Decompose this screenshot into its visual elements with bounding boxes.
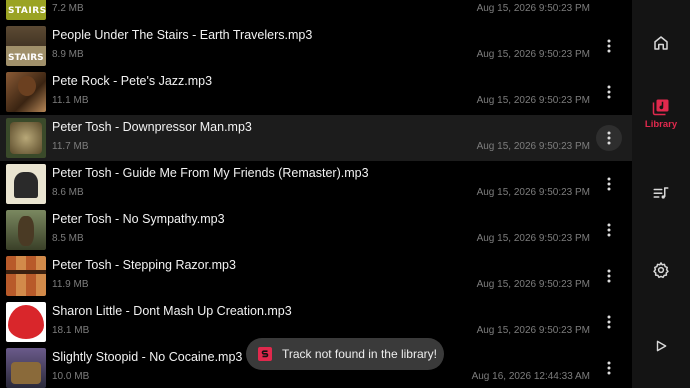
track-row[interactable]: Peter Tosh - Stepping Razor.mp3 11.9 MB Au… [0,253,632,299]
track-title: Peter Tosh - Downpressor Man.mp3 [52,120,252,134]
track-title: Peter Tosh - Stepping Razor.mp3 [52,258,236,272]
nav-library-label: Library [644,119,678,130]
navigation-rail: Library [632,0,690,388]
more-options-button[interactable] [596,171,622,197]
nav-library-button[interactable]: Library [632,98,690,130]
track-size: 18.1 MB [52,325,90,336]
track-size: 11.9 MB [52,279,89,290]
track-size: 8.6 MB [52,187,84,198]
album-art [6,164,46,204]
album-art [6,118,46,158]
app-logo-icon [258,347,272,361]
track-row[interactable]: Peter Tosh - Guide Me From My Friends (R… [0,161,632,207]
track-date: Aug 15, 2026 9:50:23 PM [476,95,590,106]
home-icon [654,36,668,50]
track-date: Aug 16, 2026 12:44:33 AM [471,371,590,382]
more-vert-icon [607,177,611,191]
track-size: 10.0 MB [52,371,90,382]
track-date: Aug 15, 2026 9:50:23 PM [476,233,590,244]
track-date: Aug 15, 2026 9:50:23 PM [476,325,590,336]
track-row[interactable]: STAIRS 7.2 MB Aug 15, 2026 9:50:23 PM [0,0,632,23]
toast-notification: Track not found in the library! [246,338,444,370]
track-size: 7.2 MB [52,3,84,14]
track-size: 11.1 MB [52,95,89,106]
track-date: Aug 15, 2026 9:50:23 PM [476,49,590,60]
queue-music-icon [653,187,669,199]
album-art [6,348,46,388]
track-row[interactable]: Peter Tosh - Downpressor Man.mp3 11.7 MB A… [0,115,632,161]
nav-queue-button[interactable] [632,185,690,203]
album-art: STAIRS [6,0,46,20]
track-title: Sharon Little - Dont Mash Up Creation.mp… [52,304,292,318]
library-icon [652,99,669,116]
play-icon [656,340,667,352]
more-options-button[interactable] [596,79,622,105]
more-vert-icon [607,85,611,99]
album-art [6,210,46,250]
more-vert-icon [607,315,611,329]
track-size: 8.5 MB [52,233,84,244]
toast-message: Track not found in the library! [282,347,437,361]
track-date: Aug 15, 2026 9:50:23 PM [476,141,590,152]
track-row[interactable]: Peter Tosh - No Sympathy.mp3 8.5 MB Aug 15… [0,207,632,253]
more-options-button[interactable] [596,309,622,335]
track-list: STAIRS 7.2 MB Aug 15, 2026 9:50:23 PM STAIR… [0,0,632,388]
track-title: Slightly Stoopid - No Cocaine.mp3 [52,350,243,364]
nav-play-button[interactable] [632,339,690,353]
more-vert-icon [607,269,611,283]
more-options-button[interactable] [596,355,622,381]
more-vert-icon [607,39,611,53]
more-vert-icon [607,131,611,145]
more-vert-icon [607,223,611,237]
track-row[interactable]: STAIRS People Under The Stairs - Earth Tr… [0,23,632,69]
album-art [6,256,46,296]
album-art: STAIRS [6,26,46,66]
track-title: Peter Tosh - No Sympathy.mp3 [52,212,225,226]
track-size: 8.9 MB [52,49,84,60]
track-row[interactable]: Pete Rock - Pete's Jazz.mp3 11.1 MB Aug 15… [0,69,632,115]
more-options-button[interactable] [596,263,622,289]
more-vert-icon [607,361,611,375]
track-title: People Under The Stairs - Earth Traveler… [52,28,313,42]
gear-icon [653,262,669,279]
album-art [6,72,46,112]
more-options-button[interactable] [596,33,622,59]
album-art [6,302,46,342]
track-date: Aug 15, 2026 9:50:23 PM [476,279,590,290]
more-options-button[interactable] [596,125,622,151]
nav-home-button[interactable] [632,34,690,52]
track-title: Pete Rock - Pete's Jazz.mp3 [52,74,213,88]
track-size: 11.7 MB [52,141,89,152]
nav-settings-button[interactable] [632,261,690,279]
more-options-button[interactable] [596,217,622,243]
track-date: Aug 15, 2026 9:50:23 PM [476,187,590,198]
track-date: Aug 15, 2026 9:50:23 PM [476,3,590,14]
track-title: Peter Tosh - Guide Me From My Friends (R… [52,166,369,180]
